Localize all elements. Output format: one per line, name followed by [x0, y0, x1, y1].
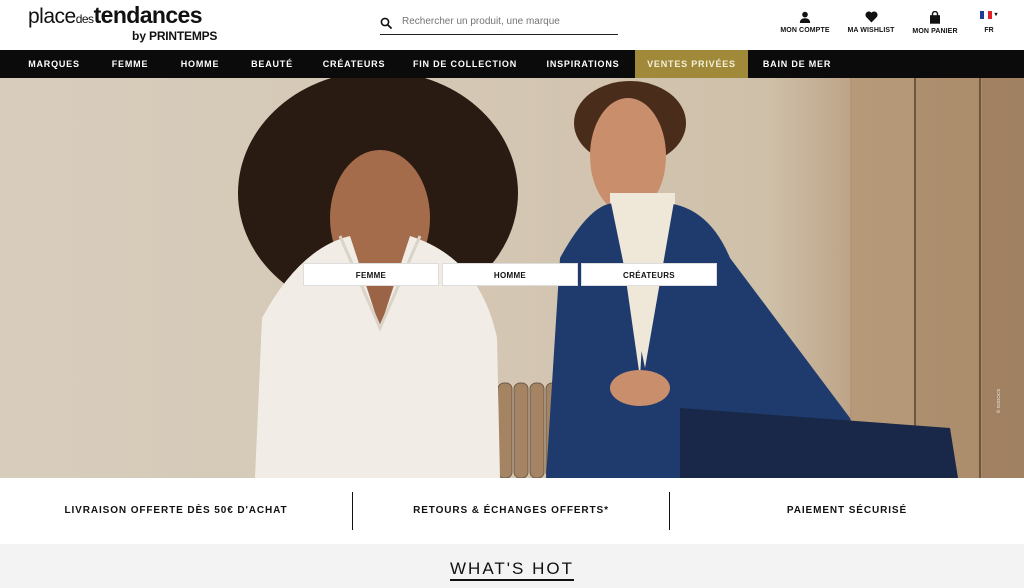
- france-flag-icon: [980, 11, 993, 19]
- account-link[interactable]: MON COMPTE: [778, 11, 832, 34]
- usp-free-delivery: LIVRAISON OFFERTE DÈS 50€ D'ACHAT: [64, 505, 288, 516]
- logo-text-by: by: [132, 29, 147, 43]
- heart-icon: [864, 11, 878, 23]
- section-title: WHAT'S HOT: [0, 559, 1024, 581]
- logo-text-printemps: PRINTEMPS: [149, 29, 218, 43]
- main-nav: MARQUES FEMME HOMME BEAUTÉ CRÉATEURS FIN…: [0, 50, 1024, 78]
- site-logo[interactable]: placedestendances by PRINTEMPS: [28, 2, 217, 43]
- logo-text-tendances: tendances: [93, 2, 203, 28]
- wishlist-label: MA WISHLIST: [847, 27, 895, 34]
- cart-link[interactable]: MON PANIER: [910, 11, 960, 35]
- nav-item-createurs[interactable]: CRÉATEURS: [316, 50, 392, 78]
- nav-item-fin-de-collection[interactable]: FIN DE COLLECTION: [408, 50, 522, 78]
- language-code: FR: [984, 27, 994, 34]
- language-selector[interactable]: ▾ FR: [979, 11, 999, 34]
- nav-item-inspirations[interactable]: INSPIRATIONS: [538, 50, 628, 78]
- nav-item-marques[interactable]: MARQUES: [17, 50, 91, 78]
- usp-free-returns: RETOURS & ÉCHANGES OFFERTS*: [413, 505, 609, 516]
- image-copyright: © SODOCS: [996, 388, 1001, 413]
- hero-banner: FEMME HOMME CRÉATEURS © SODOCS: [0, 78, 1024, 478]
- hero-button-femme[interactable]: FEMME: [303, 263, 439, 286]
- logo-text-place: place: [28, 5, 76, 28]
- whats-hot-title: WHAT'S HOT: [450, 559, 574, 581]
- bag-icon: [930, 11, 940, 24]
- whats-hot-section: WHAT'S HOT: [0, 544, 1024, 588]
- search-input[interactable]: [402, 16, 612, 27]
- usp-secure-payment: PAIEMENT SÉCURISÉ: [786, 505, 908, 516]
- nav-item-femme[interactable]: FEMME: [100, 50, 160, 78]
- nav-item-homme[interactable]: HOMME: [170, 50, 230, 78]
- user-icon: [799, 11, 811, 23]
- nav-item-bain-de-mer[interactable]: BAIN DE MER: [758, 50, 836, 78]
- hero-button-homme[interactable]: HOMME: [442, 263, 578, 286]
- search-bar: [380, 14, 618, 35]
- logo-text-des: des: [75, 12, 94, 26]
- nav-item-ventes-privees[interactable]: VENTES PRIVÉES: [635, 50, 748, 78]
- account-label: MON COMPTE: [780, 27, 830, 34]
- cart-label: MON PANIER: [912, 28, 958, 35]
- nav-item-beaute[interactable]: BEAUTÉ: [242, 50, 302, 78]
- search-icon[interactable]: [380, 17, 392, 29]
- site-header: placedestendances byPRINTEMPS MON COMPTE…: [0, 0, 1024, 50]
- wishlist-link[interactable]: MA WISHLIST: [845, 11, 897, 34]
- hero-button-createurs[interactable]: CRÉATEURS: [581, 263, 717, 286]
- chevron-down-icon: ▾: [994, 12, 998, 18]
- usp-bar: LIVRAISON OFFERTE DÈS 50€ D'ACHAT RETOUR…: [0, 478, 1024, 544]
